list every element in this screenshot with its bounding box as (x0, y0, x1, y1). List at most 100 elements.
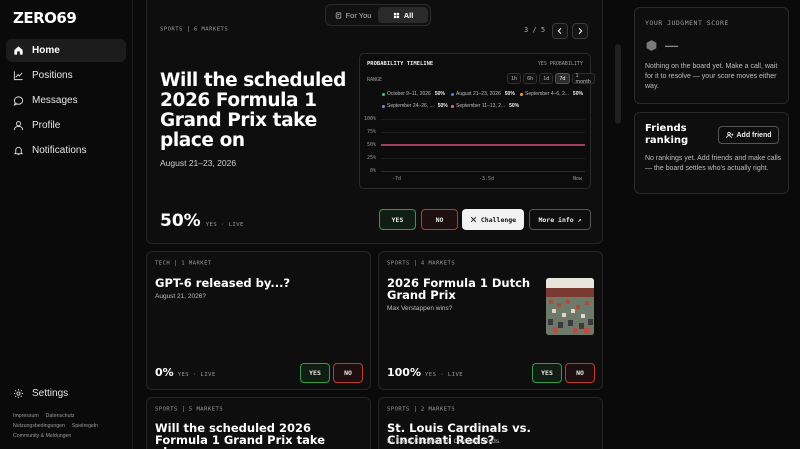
judgment-score: — (645, 38, 678, 53)
category-label: SPORTS (387, 260, 410, 267)
nav-item-settings[interactable]: Settings (6, 382, 126, 405)
markets-count: 5 MARKETS (188, 406, 224, 413)
markets-count: 2 MARKETS (420, 406, 456, 413)
card-title[interactable]: GPT-6 released by...? (155, 277, 360, 289)
featured-subtitle: August 21–23, 2026 (160, 158, 237, 168)
card-title[interactable]: Will the scheduled 2026 Formula 1 Grand … (155, 422, 360, 449)
card-subtitle: St. Louis Cardinals vs. Cincinnati Reds. (387, 438, 501, 445)
market-card[interactable]: SPORTS 4 MARKETS 2026 Formula 1 Dutch Gra… (378, 251, 603, 390)
legend-value: 50% (434, 91, 445, 97)
challenge-button[interactable]: Challenge (462, 209, 524, 230)
yes-button[interactable]: YES (379, 209, 416, 230)
hexagon-icon (646, 40, 657, 51)
legend-value: 50% (509, 103, 520, 109)
legend-label: October 9–11, 2026 (387, 91, 431, 97)
no-button[interactable]: NO (421, 209, 458, 230)
legend-label: September 24–26, ... (387, 103, 434, 109)
range-1h[interactable]: 1h (507, 73, 522, 84)
legend-label: September 11–13, 2... (456, 103, 506, 109)
nav-item-positions[interactable]: Positions (6, 64, 126, 87)
probability-label: YES · LIVE (177, 372, 216, 378)
featured-title[interactable]: Will the scheduled 2026 Formula 1 Grand … (160, 71, 350, 151)
nav-label: Messages (32, 95, 78, 106)
feed-icon (335, 12, 341, 18)
swords-icon (470, 216, 477, 223)
user-icon (13, 121, 24, 131)
y-tick-25: 25% (366, 155, 376, 161)
card-probability: 0% YES · LIVE (155, 366, 216, 379)
card-subtitle: August 21, 2026? (155, 293, 206, 300)
tab-for-you[interactable]: For You (328, 7, 378, 23)
range-1d[interactable]: 1d (539, 73, 554, 84)
range-6h[interactable]: 6h (523, 73, 538, 84)
probability-timeline: PROBABILITY TIMELINE YES PROBABILITY RAN… (359, 53, 595, 189)
prev-button[interactable] (552, 23, 568, 39)
legend-item: September 24–26, ... 50% (382, 103, 448, 109)
footer-link-nutzungsbedingungen[interactable]: Nutzungsbedingungen (13, 423, 65, 429)
card-eyebrow: TECH 1 MARKET (155, 260, 212, 267)
message-icon (13, 96, 24, 106)
markets-count: 1 MARKET (181, 260, 212, 267)
y-tick-100: 100% (363, 116, 376, 122)
x-tick-3-5d: -3.5d (479, 176, 495, 182)
market-card[interactable]: SPORTS 5 MARKETS Will the scheduled 2026 … (146, 397, 371, 449)
footer-link-community[interactable]: Community & Meldungen (13, 433, 71, 439)
nav-item-profile[interactable]: Profile (6, 114, 126, 137)
probability-label: YES · LIVE (205, 222, 244, 228)
footer-link-impressum[interactable]: Impressum (13, 413, 39, 419)
range-7d[interactable]: 7d (555, 73, 570, 84)
yes-button[interactable]: YES (532, 363, 562, 383)
user-plus-icon (725, 131, 733, 139)
legend-dot (451, 92, 454, 96)
more-info-button[interactable]: More info ↗ (529, 209, 591, 230)
nav-item-home[interactable]: Home (6, 39, 126, 62)
card-title[interactable]: 2026 Formula 1 Dutch Grand Prix (387, 277, 542, 301)
x-tick-7d: -7d (392, 176, 402, 182)
card-eyebrow: SPORTS 5 MARKETS (155, 406, 223, 413)
friends-title: Friends ranking (645, 123, 689, 146)
timeline-value-label: YES PROBABILITY (537, 61, 583, 67)
chevron-right-icon (578, 27, 583, 35)
score-value: — (665, 38, 678, 53)
next-button[interactable] (572, 23, 588, 39)
range-1-month[interactable]: 1 month (571, 73, 595, 85)
legend-dot (382, 104, 385, 108)
market-card[interactable]: TECH 1 MARKET GPT-6 released by...? Augus… (146, 251, 371, 390)
nav-label: Profile (32, 120, 61, 131)
market-card[interactable]: SPORTS 2 MARKETS St. Louis Cardinals vs. … (378, 397, 603, 449)
category-label: SPORTS (160, 26, 183, 33)
legend-item: August 21–23, 2026 50% (451, 91, 515, 97)
chart-line-icon (13, 71, 23, 81)
probability-label: YES · LIVE (424, 372, 464, 378)
tab-all[interactable]: All (378, 7, 428, 23)
no-button[interactable]: NO (565, 363, 595, 383)
home-icon (14, 46, 23, 55)
app-logo[interactable]: ZERO69 (13, 9, 77, 27)
nav-label: Home (32, 45, 60, 56)
category-label: SPORTS (155, 406, 178, 413)
legend-item: September 4–6, 2... 50% (520, 91, 583, 97)
legend-dot (451, 104, 454, 108)
yes-button[interactable]: YES (300, 363, 330, 383)
feed-scrollbar[interactable] (615, 44, 621, 124)
friends-ranking-card: Friends ranking Add friend No rankings y… (634, 112, 789, 194)
no-button[interactable]: NO (333, 363, 363, 383)
legend-item: October 9–11, 2026 50% (382, 91, 445, 97)
featured-market-card[interactable]: SPORTS 6 MARKETS 3 / 5 Will the scheduled… (146, 0, 603, 244)
bell-icon (13, 146, 24, 156)
tab-label: For You (345, 10, 372, 20)
judgment-text: Nothing on the board yet. Make a call, w… (645, 63, 778, 90)
probability-value: 50% (160, 211, 201, 231)
range-label: RANGE (367, 77, 383, 83)
main-feed: SPORTS 6 MARKETS 3 / 5 Will the scheduled… (133, 0, 623, 449)
card-eyebrow: SPORTS 4 MARKETS (387, 260, 455, 267)
add-friend-button[interactable]: Add friend (718, 126, 779, 144)
nav-item-notifications[interactable]: Notifications (6, 139, 126, 162)
friends-text: No rankings yet. Add friends and make ca… (645, 155, 782, 172)
footer-link-datenschutz[interactable]: Datenschutz (46, 413, 75, 419)
nav-item-messages[interactable]: Messages (6, 89, 126, 112)
featured-eyebrow: SPORTS 6 MARKETS (160, 26, 228, 33)
footer-link-spielregeln[interactable]: Spielregeln (72, 423, 98, 429)
card-eyebrow: SPORTS 2 MARKETS (387, 406, 455, 413)
timeline-plot (381, 119, 585, 172)
